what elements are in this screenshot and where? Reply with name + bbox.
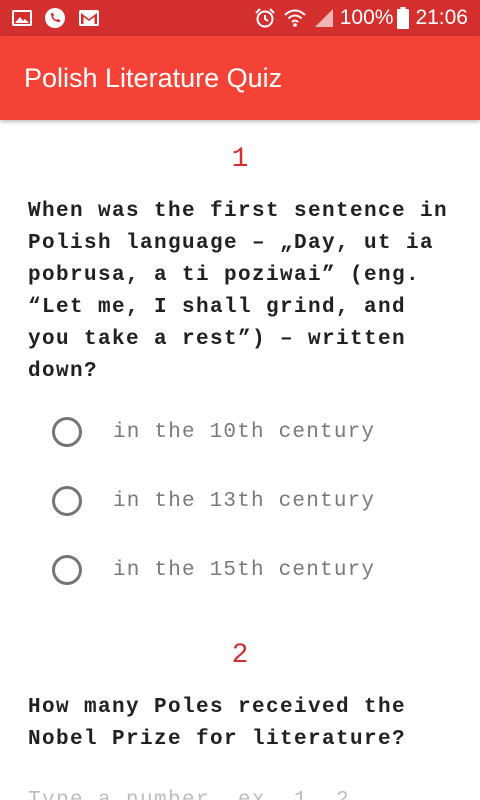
question-text: When was the first sentence in Polish la… xyxy=(28,200,449,383)
status-bar: 100% 21:06 xyxy=(0,0,480,36)
answer-option-label[interactable]: in the 10th century xyxy=(113,421,375,444)
app-bar: Polish Literature Quiz xyxy=(0,36,480,120)
answer-option-3[interactable]: in the 15th century xyxy=(52,550,452,590)
quiz-content[interactable]: 1 When was the first sentence in Polish … xyxy=(0,120,480,800)
battery-icon xyxy=(397,7,410,29)
status-time: 21:06 xyxy=(415,6,468,29)
answer-option-label[interactable]: in the 15th century xyxy=(113,559,375,582)
phone-icon xyxy=(44,7,66,29)
signal-icon xyxy=(314,8,334,28)
radio-button[interactable] xyxy=(52,555,82,585)
question-number: 2 xyxy=(231,640,249,671)
status-bar-system: 100% 21:06 xyxy=(246,6,468,30)
app-title: Polish Literature Quiz xyxy=(24,62,283,93)
image-icon xyxy=(12,9,32,27)
radio-button[interactable] xyxy=(52,486,82,516)
status-bar-notifications xyxy=(12,7,112,29)
question-text: How many Poles received the Nobel Prize … xyxy=(28,696,407,751)
radio-button[interactable] xyxy=(52,417,82,447)
question-number: 1 xyxy=(231,144,249,175)
answer-option-label[interactable]: in the 13th century xyxy=(113,490,375,513)
answer-option-2[interactable]: in the 13th century xyxy=(52,481,452,521)
wifi-icon xyxy=(284,8,306,28)
gmail-icon xyxy=(78,9,100,27)
answer-number-input[interactable] xyxy=(28,780,458,800)
answer-option-1[interactable]: in the 10th century xyxy=(52,412,452,452)
alarm-icon xyxy=(254,7,276,29)
battery-percent: 100% xyxy=(339,6,394,29)
